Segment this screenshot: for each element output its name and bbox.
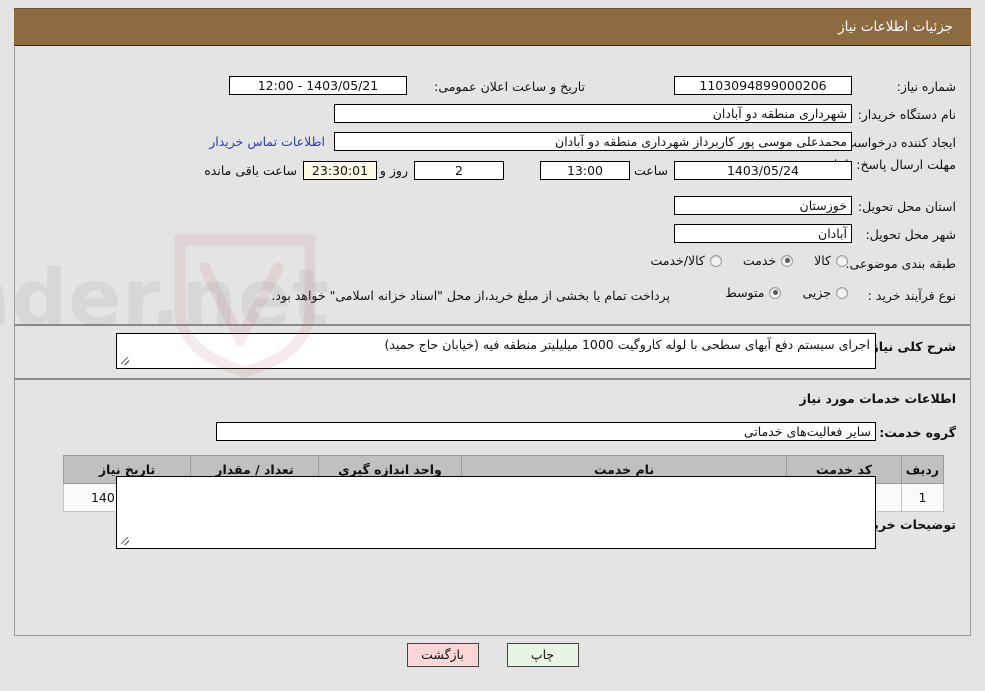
- city-label-wrap: شهر محل تحویل:: [866, 227, 956, 242]
- deadline-hour-label: ساعت: [633, 163, 668, 178]
- need-number-label: شماره نیاز:: [896, 79, 956, 94]
- announcement-label: تاریخ و ساعت اعلان عمومی:: [434, 79, 585, 94]
- province-label-wrap: استان محل تحویل:: [858, 199, 956, 214]
- radio-icon[interactable]: [709, 254, 722, 267]
- announcement-label-wrap: تاریخ و ساعت اعلان عمومی:: [434, 79, 585, 94]
- deadline-label-wrap: مهلت ارسال پاسخ: تا تاریخ:: [812, 155, 956, 173]
- service-group-value: سایر فعالیت‌های خدماتی: [216, 422, 876, 441]
- process-label-wrap: نوع فرآیند خرید :: [868, 288, 956, 303]
- back-button[interactable]: بازگشت: [406, 643, 479, 667]
- deadline-hour-value: 13:00: [540, 161, 630, 180]
- category-label-wrap: طبقه بندی موضوعی:: [845, 256, 956, 271]
- radio-icon[interactable]: [769, 286, 782, 299]
- buyer-contact-link[interactable]: اطلاعات تماس خریدار: [209, 134, 325, 149]
- category-label: طبقه بندی موضوعی:: [845, 256, 956, 271]
- remaining-days-value: 2: [414, 161, 504, 180]
- province-value: خوزستان: [674, 196, 852, 215]
- category-option-khedmat[interactable]: خدمت: [742, 253, 794, 268]
- requester-label: ایجاد کننده درخواست:: [840, 135, 956, 150]
- radio-icon[interactable]: [781, 254, 794, 267]
- process-option-label: متوسط: [725, 285, 765, 300]
- announcement-value: 1403/05/21 - 12:00: [229, 76, 407, 95]
- remaining-time-value: 23:30:01: [303, 161, 377, 180]
- service-group-label: گروه خدمت:: [879, 425, 956, 440]
- process-option-motevaset[interactable]: متوسط: [725, 285, 782, 300]
- category-option-label: خدمت: [742, 253, 777, 268]
- print-button[interactable]: چاپ: [506, 643, 579, 667]
- cell-row-no: 1: [901, 483, 944, 512]
- radio-icon[interactable]: [836, 286, 848, 299]
- page-title: جزئیات اطلاعات نیاز: [838, 19, 953, 35]
- need-number-value: 1103094899000206: [674, 76, 852, 95]
- description-text: اجرای سیستم دفع آبهای سطحی با لوله کاروگ…: [384, 337, 870, 352]
- footer-buttons: چاپ بازگشت: [0, 643, 985, 667]
- category-option-label: کالا/خدمت: [650, 253, 705, 268]
- category-option-label: کالا: [814, 253, 831, 268]
- deadline-date-value: 1403/05/24: [674, 161, 852, 180]
- buyer-org-value: شهرداری منطقه دو آبادان: [334, 104, 852, 123]
- province-label: استان محل تحویل:: [857, 199, 956, 214]
- description-label: شرح کلی نیاز:: [866, 339, 956, 354]
- buyer-org-label: نام دستگاه خریدار:: [857, 107, 956, 122]
- page-root: جزئیات اطلاعات نیاز شماره نیاز: 11030948…: [0, 0, 985, 691]
- buyer-org-label-wrap: نام دستگاه خریدار:: [858, 107, 956, 122]
- process-option-jozii[interactable]: جزیی: [802, 285, 848, 300]
- requester-label-wrap: ایجاد کننده درخواست:: [841, 135, 956, 150]
- details-panel: شماره نیاز: 1103094899000206 تاریخ و ساع…: [14, 47, 971, 636]
- need-number-row: شماره نیاز:: [897, 79, 956, 94]
- process-label: نوع فرآیند خرید :: [867, 288, 956, 303]
- description-label-wrap: شرح کلی نیاز:: [867, 339, 956, 354]
- city-label: شهر محل تحویل:: [865, 227, 956, 242]
- page-header: جزئیات اطلاعات نیاز: [14, 8, 971, 46]
- category-radio-group[interactable]: کالا خدمت کالا/خدمت: [634, 253, 848, 268]
- buyer-notes-textarea[interactable]: [116, 476, 876, 549]
- process-note: پرداخت تمام یا بخشی از مبلغ خرید،از محل …: [271, 288, 670, 303]
- description-textarea[interactable]: اجرای سیستم دفع آبهای سطحی با لوله کاروگ…: [116, 333, 876, 369]
- city-value: آبادان: [674, 224, 852, 243]
- category-option-kala[interactable]: کالا: [814, 253, 848, 268]
- category-option-kala-khedmat[interactable]: کالا/خدمت: [650, 253, 722, 268]
- radio-icon[interactable]: [836, 254, 848, 267]
- col-row-no: ردیف: [901, 455, 944, 484]
- services-section-title: اطلاعات خدمات مورد نیاز: [799, 391, 957, 406]
- need-info-section: شماره نیاز: 1103094899000206 تاریخ و ساع…: [15, 47, 970, 326]
- remaining-days-label: روز و: [379, 163, 408, 178]
- resize-handle-icon[interactable]: [119, 357, 129, 367]
- requester-value: محمدعلی موسی پور کاربرداز شهرداری منطقه …: [334, 132, 852, 151]
- remaining-time-label: ساعت باقی مانده: [204, 163, 297, 178]
- process-radio-group[interactable]: جزیی متوسط: [709, 285, 848, 300]
- description-section: شرح کلی نیاز: اجرای سیستم دفع آبهای سطحی…: [15, 326, 970, 380]
- process-option-label: جزیی: [802, 285, 831, 300]
- resize-handle-icon[interactable]: [119, 537, 129, 547]
